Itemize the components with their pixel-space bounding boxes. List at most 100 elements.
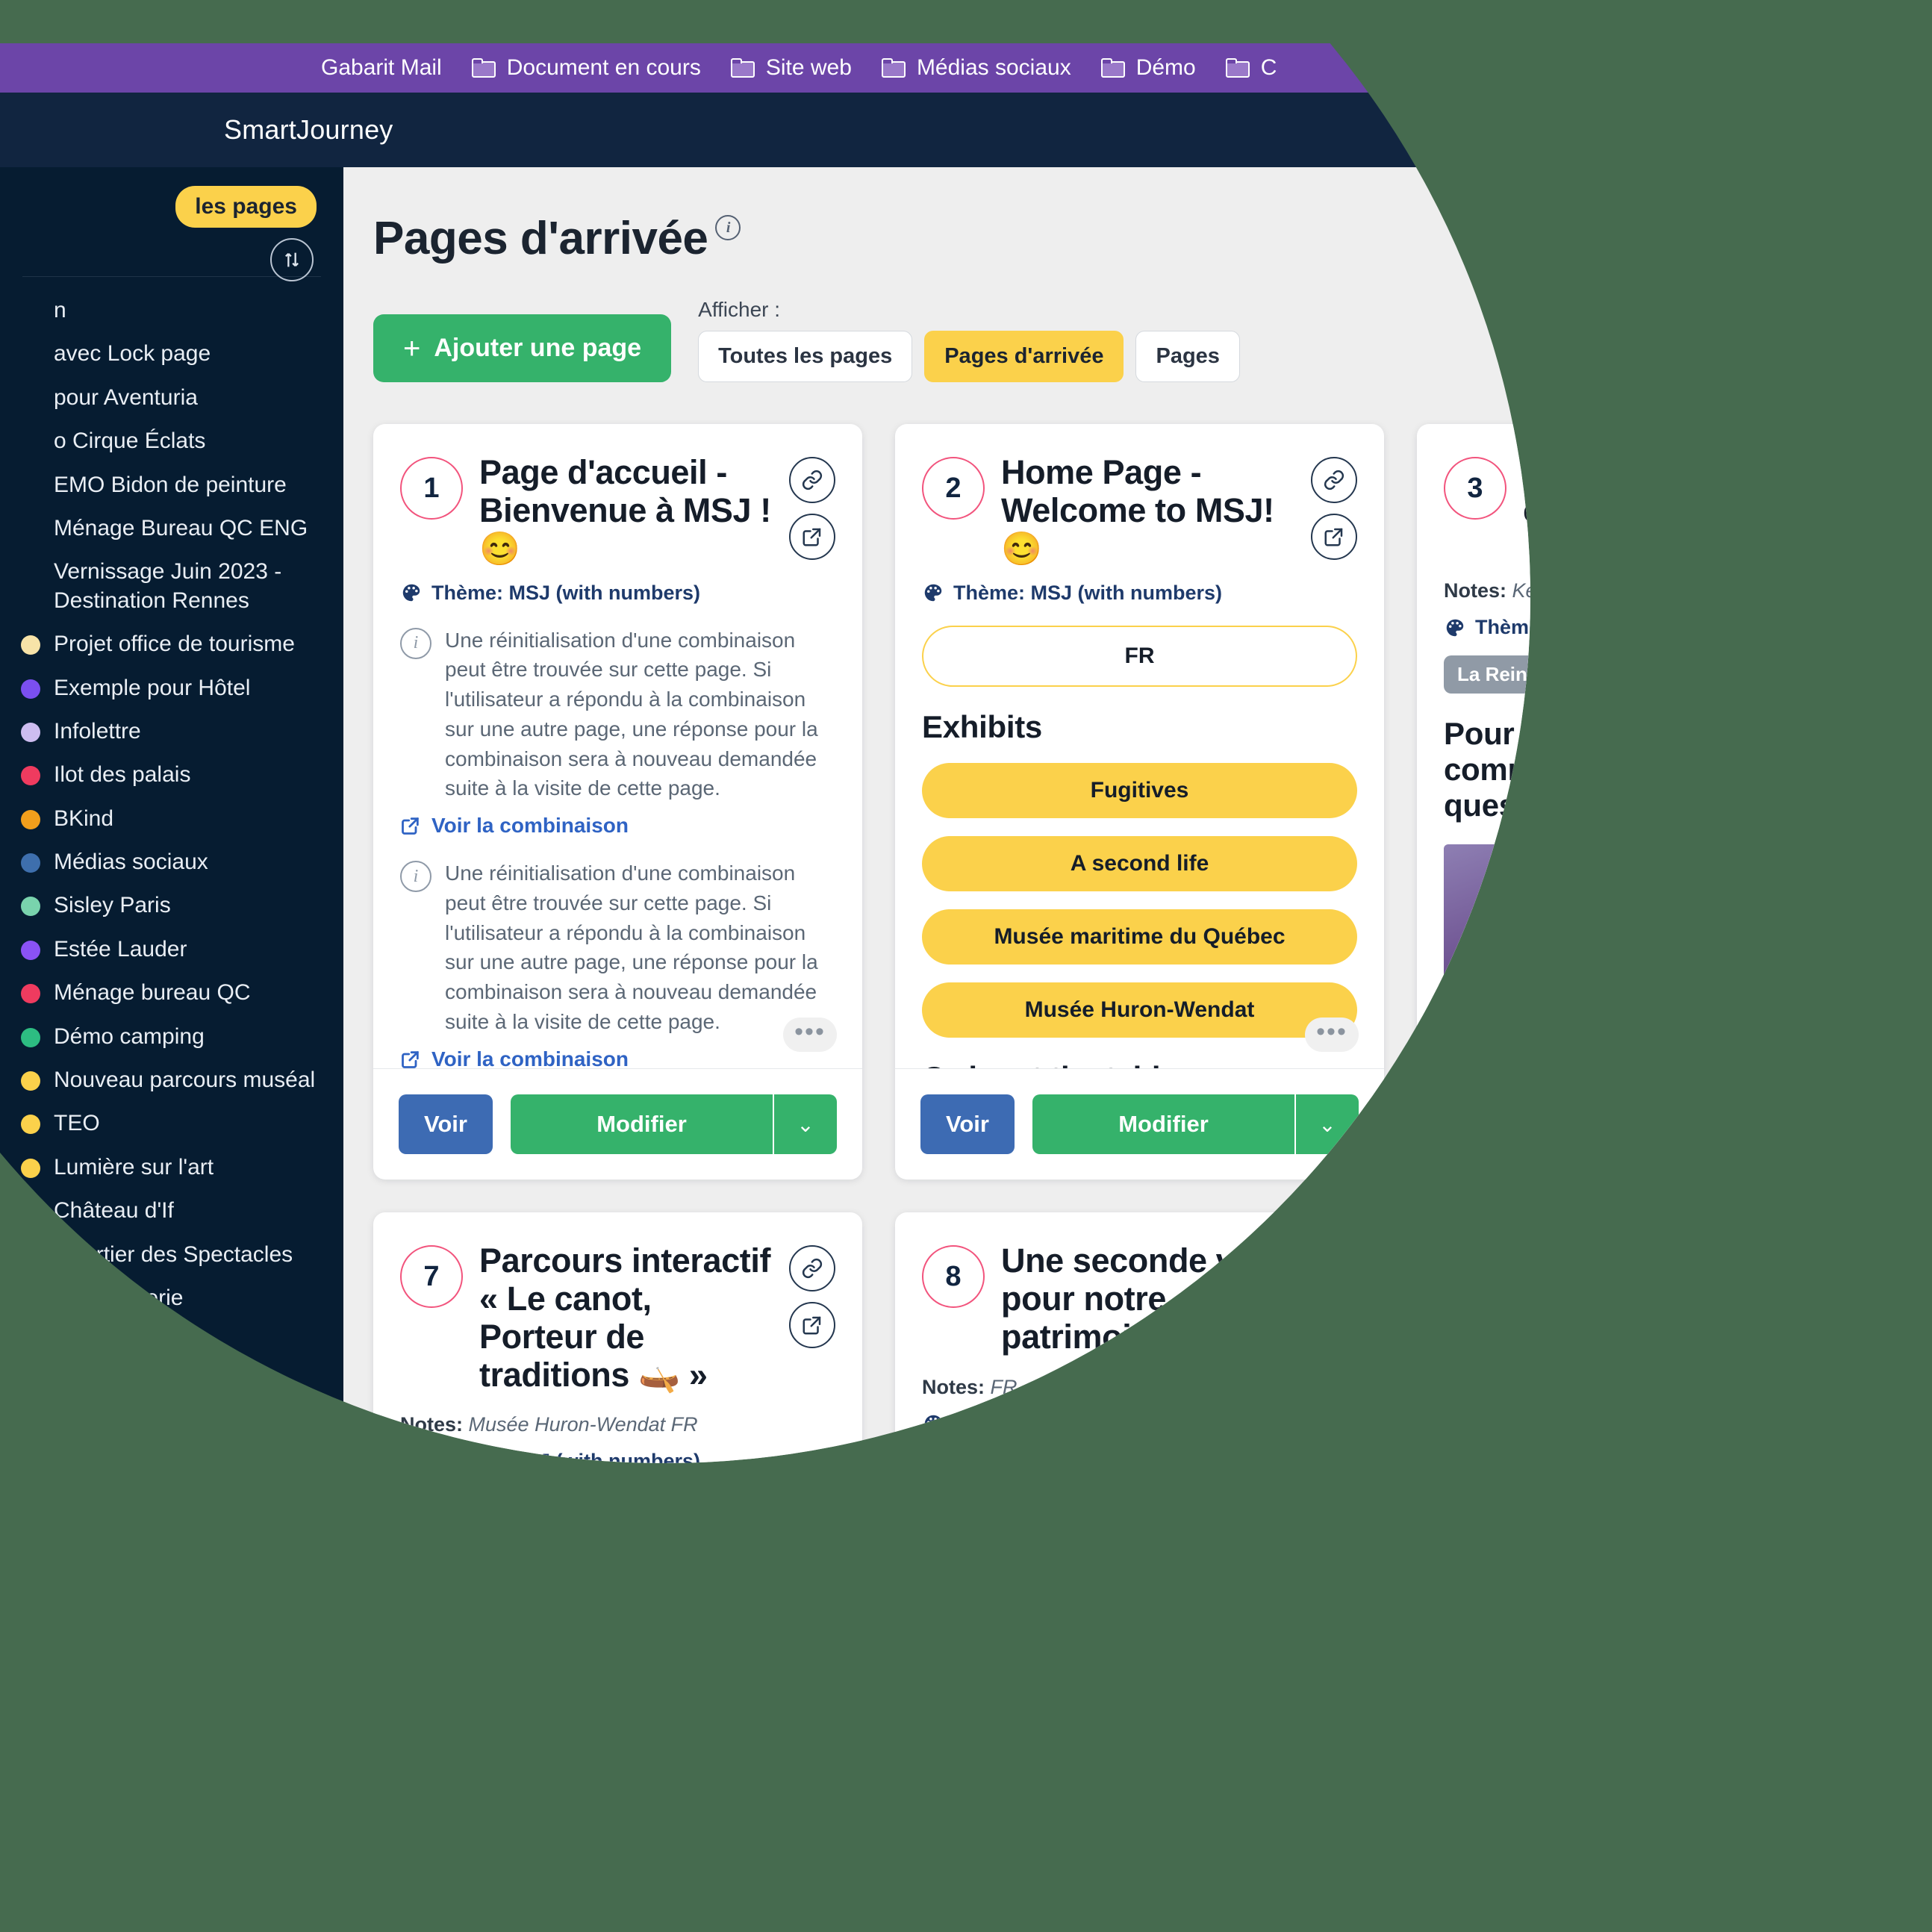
chevron-down-icon[interactable]: ⌄ [1816,1094,1880,1154]
chevron-down-icon[interactable]: ⌄ [773,1883,837,1932]
audio-progress-track[interactable] [1103,1710,1260,1714]
view-button[interactable]: Voir [1442,1094,1530,1154]
card-more-button[interactable]: ••• [783,1018,837,1052]
sidebar-item[interactable]: Lumière sur l'art [0,1146,343,1189]
sidebar-item[interactable]: Exemple pour Hôtel [0,667,343,710]
view-button[interactable]: Voir [399,1883,493,1932]
preview-body: Jacques Plante, architecte et auteur, ex… [922,1568,1344,1653]
add-page-button[interactable]: + Ajouter une page [373,314,672,382]
external-link-icon[interactable] [789,1302,835,1348]
page-card[interactable]: 7 Parcours interactif « Le canot, Porteu… [373,1212,862,1932]
page-card[interactable]: 1 Page d'accueil - Bienvenue à MSJ ! 😊 T… [373,424,862,1180]
sidebar-item[interactable]: ière-du-Loup [0,1364,343,1407]
sidebar-item[interactable]: Infolettre [0,710,343,753]
filter-chip-landing[interactable]: Pages d'arrivée [924,331,1124,382]
card-more-button[interactable]: ••• [1305,1806,1359,1840]
sidebar-pages-badge[interactable]: les pages [175,186,317,228]
chevron-down-icon[interactable]: ⌄ [773,1094,837,1154]
sidebar-item[interactable]: ur l'art [0,1495,343,1538]
edit-button[interactable]: Modifier ⌄ [511,1094,837,1154]
sidebar-item[interactable]: Monteregie [0,1320,343,1363]
view-button[interactable]: Voir [1442,1883,1536,1932]
external-link-icon[interactable] [1311,1302,1357,1348]
sidebar-item[interactable]: Château d'If [0,1189,343,1233]
bookmark-item[interactable]: Document en cours [471,55,701,81]
chevron-down-icon[interactable]: ⌄ [1294,1094,1359,1154]
exhibit-button[interactable]: A second life [922,835,1357,891]
sidebar-item[interactable]: Huron-Wendat [0,1451,343,1463]
bookmark-item[interactable]: Gabarit Mail [321,55,442,81]
sidebar-item[interactable]: Quartier des Spectacles [0,1233,343,1277]
edit-button[interactable]: Modifier ⌄ [1554,1094,1880,1154]
edit-button[interactable]: Modifier ⌄ [511,1883,837,1932]
chevron-down-icon[interactable]: ⌄ [1294,1883,1359,1932]
card-more-button[interactable]: ••• [783,1806,837,1840]
sidebar-item[interactable]: Vernissage Juin 2023 - Destination Renne… [0,550,343,623]
sidebar-item[interactable]: Ménage bureau QC [0,971,343,1015]
sidebar-item[interactable]: pour Aventuria [0,376,343,420]
external-link-icon[interactable] [1311,514,1357,560]
page-card[interactable]: 3 Voici la combinaison! Notes: Key Code … [1417,424,1880,1180]
edit-button[interactable]: Modifier ⌄ [1032,1883,1359,1932]
sidebar-item[interactable]: Plateau [0,1538,343,1581]
sidebar-item[interactable]: Sisley Paris [0,884,343,927]
info-icon: i [400,627,431,659]
sort-arrows-icon[interactable] [270,238,314,281]
link-icon[interactable] [789,1245,835,1291]
external-link-icon[interactable] [789,514,835,560]
page-card[interactable]: 9 ERNEST LAPOINTE Notes: FR - mmq Thème:… [1417,1212,1880,1932]
filter-chip-all[interactable]: Toutes les pages [698,331,913,382]
bookmark-item[interactable]: Site web [730,55,852,81]
language-pill[interactable]: FR [922,625,1357,687]
volume-icon[interactable] [1286,1701,1312,1723]
chevron-down-icon[interactable]: ⌄ [1816,1883,1880,1932]
bookmark-item[interactable]: C [1225,55,1277,81]
link-icon[interactable] [1311,1245,1357,1291]
info-icon[interactable]: i [715,215,741,240]
page-card[interactable]: 2 Home Page - Welcome to MSJ! 😊 Thème: M… [895,424,1384,1180]
sidebar-item[interactable]: Estée Lauder [0,928,343,971]
sidebar-item[interactable]: avec Lock page [0,332,343,376]
sidebar-item[interactable]: TEO [0,1102,343,1145]
sidebar-item[interactable]: Projet office de tourisme [0,623,343,666]
link-icon[interactable] [1833,1245,1879,1291]
sidebar-item[interactable]: Démo camping [0,1015,343,1059]
filter-chip-pages[interactable]: Pages [1135,331,1240,382]
external-link-icon[interactable] [1833,514,1879,560]
view-combination-link[interactable]: Voir la combinaison [400,814,835,838]
sidebar-item[interactable]: o Cirque Éclats [0,420,343,463]
exhibit-button[interactable]: Fugitives [922,762,1357,818]
sidebar-item[interactable]: Ilot des palais [0,753,343,797]
exhibit-button[interactable]: Musée Huron-Wendat [922,982,1357,1038]
sidebar-item[interactable]: Nouveau parcours muséal [0,1059,343,1102]
audio-player[interactable]: 0:00 / 2:40 ⋮ [922,1682,1357,1742]
link-icon[interactable] [789,457,835,503]
edit-button[interactable]: Modifier ⌄ [1032,1094,1359,1154]
bookmark-item[interactable]: Médias sociaux [881,55,1071,81]
play-icon[interactable] [943,1701,961,1723]
exhibit-button[interactable]: Musée maritime du Québec [922,909,1357,965]
card-notes-prefix: Notes: [400,1413,464,1436]
card-more-button[interactable]: ••• [1827,1018,1880,1052]
edit-button[interactable]: Modifier ⌄ [1554,1883,1880,1932]
page-card[interactable]: 8 Une seconde vie pour notre patrimoine.… [895,1212,1384,1932]
sidebar-item[interactable]: Ménage Bureau QC ENG [0,507,343,550]
view-combination-link[interactable]: Voir la combinaison [400,1047,835,1068]
kebab-menu-icon[interactable]: ⋮ [1330,1707,1336,1718]
external-link-icon[interactable] [1833,1302,1879,1348]
link-icon[interactable] [1311,457,1357,503]
card-more-button[interactable]: ••• [1305,1018,1359,1052]
view-button[interactable]: Voir [920,1883,1015,1932]
status-badge: Expositions [400,1489,537,1527]
bookmark-item[interactable]: Démo [1100,55,1196,81]
sidebar-item[interactable]: n [0,289,343,332]
link-icon[interactable] [1833,457,1879,503]
card-more-button[interactable]: ••• [1827,1806,1880,1840]
view-button[interactable]: Voir [399,1094,493,1154]
sidebar-item[interactable]: Médias sociaux [0,841,343,884]
view-button[interactable]: Voir [920,1094,1015,1154]
sidebar-item[interactable]: BKind [0,797,343,841]
sidebar-item[interactable]: EMO Bidon de peinture [0,464,343,507]
sidebar-item[interactable]: q de Pabos QC [0,1407,343,1450]
sidebar-item[interactable]: La Courgerie [0,1277,343,1320]
